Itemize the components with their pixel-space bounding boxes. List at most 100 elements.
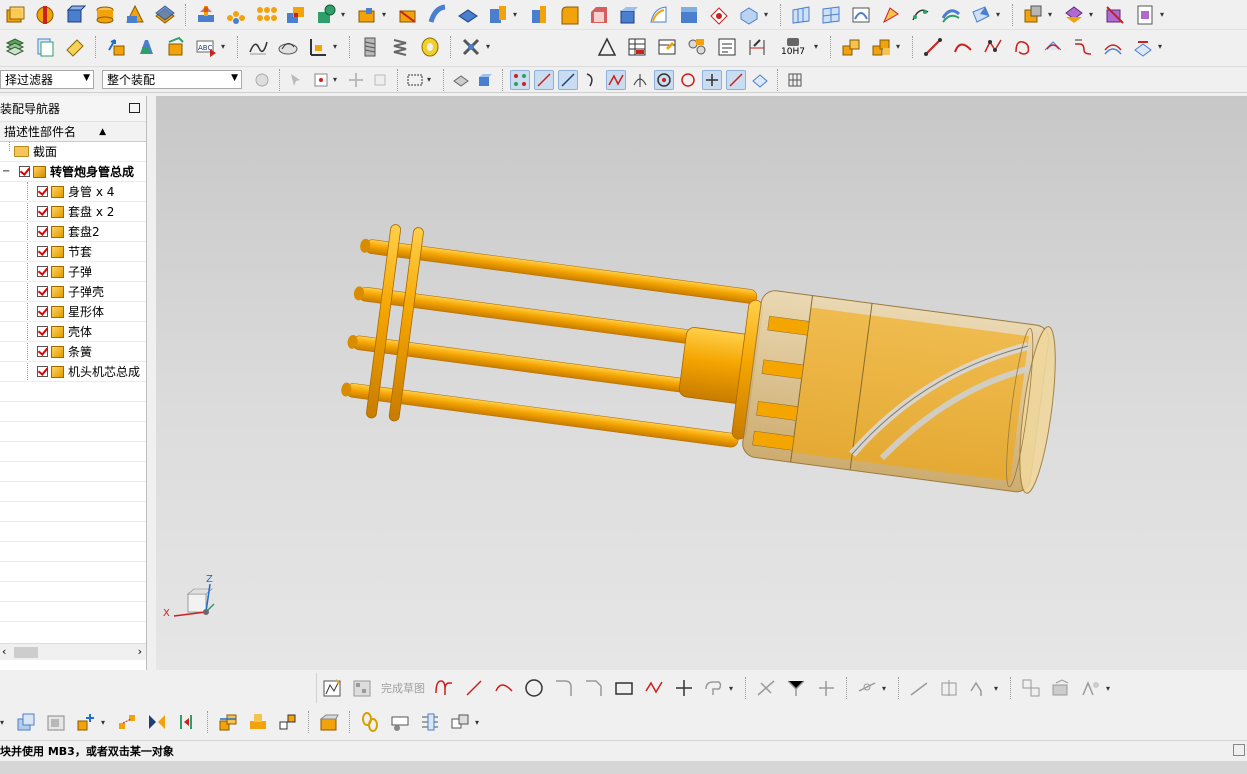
move-face-icon[interactable] [707,3,731,27]
motion-icon[interactable] [388,710,412,734]
scrollbar-thumb[interactable] [14,647,38,658]
dimension-icon[interactable] [745,35,769,59]
split-body-icon[interactable] [396,3,420,27]
wave-geometry-linker-icon[interactable] [317,710,341,734]
tree-node-section[interactable]: 截面 [0,142,146,162]
new-component-icon[interactable] [74,710,98,734]
copy-to-layer-icon[interactable] [33,35,57,59]
list-item[interactable]: 星形体 [0,302,146,322]
sketch-circle-icon[interactable] [522,676,546,700]
scroll-right-icon[interactable]: › [138,645,142,658]
synchronous-modeling-icon[interactable] [737,3,761,27]
component-array-icon[interactable] [115,710,139,734]
trimmed-sheet-icon[interactable] [969,3,993,27]
list-item[interactable]: 节套 [0,242,146,262]
snap-point-on-surface-icon[interactable] [750,70,770,90]
law-extension-icon[interactable] [879,3,903,27]
unite-icon[interactable] [284,3,308,27]
finish-sketch-label[interactable]: 完成草图 [381,680,425,696]
show-constraints-icon[interactable] [246,710,270,734]
list-item[interactable]: 壳体 [0,322,146,342]
edge-blend-icon[interactable] [557,3,581,27]
make-work-part-icon[interactable] [44,710,68,734]
block-icon[interactable] [63,3,87,27]
animate-dimension-icon[interactable] [1049,676,1073,700]
offset-curve-icon[interactable] [1101,35,1125,59]
surface-mesh-icon[interactable] [819,3,843,27]
text-icon[interactable]: ABC [194,35,218,59]
select-feature-icon[interactable] [287,70,307,90]
thicken-icon[interactable] [486,3,510,27]
datum-csys-icon[interactable] [306,35,330,59]
quick-extend-icon[interactable] [784,676,808,700]
mirror-geometry-icon[interactable] [134,35,158,59]
snap-intersection-icon[interactable] [606,69,626,90]
sequence-icon[interactable] [418,710,442,734]
visibility-checkbox[interactable] [37,186,48,197]
table-edit-icon[interactable] [655,35,679,59]
thread-icon[interactable] [358,35,382,59]
replace-face-icon[interactable] [677,3,701,27]
move-component-icon[interactable] [175,710,199,734]
chamfer-icon[interactable] [587,3,611,27]
gatling-barrel-assembly[interactable] [338,220,1064,506]
spline-icon[interactable] [981,35,1005,59]
delete-body-icon[interactable] [1103,3,1127,27]
add-component-icon[interactable] [869,35,893,59]
move-object-icon[interactable] [104,35,128,59]
tree-node-root-assembly[interactable]: − 转管炮身管总成 [0,162,146,182]
list-item[interactable]: 套盘2 [0,222,146,242]
sketch-chamfer-icon[interactable] [582,676,606,700]
visibility-checkbox[interactable] [19,166,30,177]
geometric-constraint-icon[interactable] [937,676,961,700]
sketch-icon[interactable] [320,676,344,700]
shell-icon[interactable] [314,3,338,27]
view-triad[interactable] [173,583,215,617]
arc-icon[interactable] [951,35,975,59]
rectangle-select-icon[interactable] [405,70,425,90]
layer-settings-icon[interactable] [3,35,27,59]
visibility-checkbox[interactable] [37,346,48,357]
visibility-checkbox[interactable] [37,246,48,257]
visibility-checkbox[interactable] [37,326,48,337]
fit-tolerance-icon[interactable]: 10H7 [775,35,811,59]
spring-icon[interactable] [388,35,412,59]
make-corner-icon[interactable] [814,676,838,700]
visibility-checkbox[interactable] [37,366,48,377]
cone-icon[interactable] [123,3,147,27]
studio-surface-icon[interactable] [849,3,873,27]
select-face-icon[interactable] [451,70,471,90]
sketch-rectangle-icon[interactable] [612,676,636,700]
profile-icon[interactable] [432,676,456,700]
snap-tangent-icon[interactable] [630,70,650,90]
patch-icon[interactable] [647,3,671,27]
sketch-constraint-icon[interactable] [855,676,879,700]
convert-reference-icon[interactable] [1019,676,1043,700]
list-item[interactable]: 身管 x 4 [0,182,146,202]
snap-end-point-icon[interactable] [510,69,530,90]
collapse-icon[interactable]: − [2,166,13,177]
sphere-icon[interactable] [153,3,177,27]
object-display-icon[interactable] [63,35,87,59]
visibility-checkbox[interactable] [37,266,48,277]
assembly-doc-icon[interactable] [1133,3,1157,27]
scope-filter-combo[interactable]: 整个装配 ▼ [102,70,242,89]
washer-icon[interactable] [418,35,442,59]
hole-icon[interactable] [194,3,218,27]
sketch-point-icon[interactable] [672,676,696,700]
line-icon[interactable] [921,35,945,59]
filter-settings-icon[interactable] [252,70,272,90]
assembly-constraints-icon[interactable] [839,35,863,59]
graphics-window[interactable]: Z X [156,96,1247,670]
pattern-icon[interactable] [254,3,278,27]
quick-trim-icon[interactable] [754,676,778,700]
boss-icon[interactable] [224,3,248,27]
maximize-icon[interactable] [129,103,140,113]
sketch-dimension-icon[interactable] [907,676,931,700]
surface-sketch-icon[interactable] [276,35,300,59]
sketch-fillet-icon[interactable] [552,676,576,700]
snap-control-point-icon[interactable] [558,69,578,90]
snap-existing-point-icon[interactable] [702,69,722,90]
snap-arc-center-icon[interactable] [654,69,674,90]
exploded-view-icon[interactable] [276,710,300,734]
